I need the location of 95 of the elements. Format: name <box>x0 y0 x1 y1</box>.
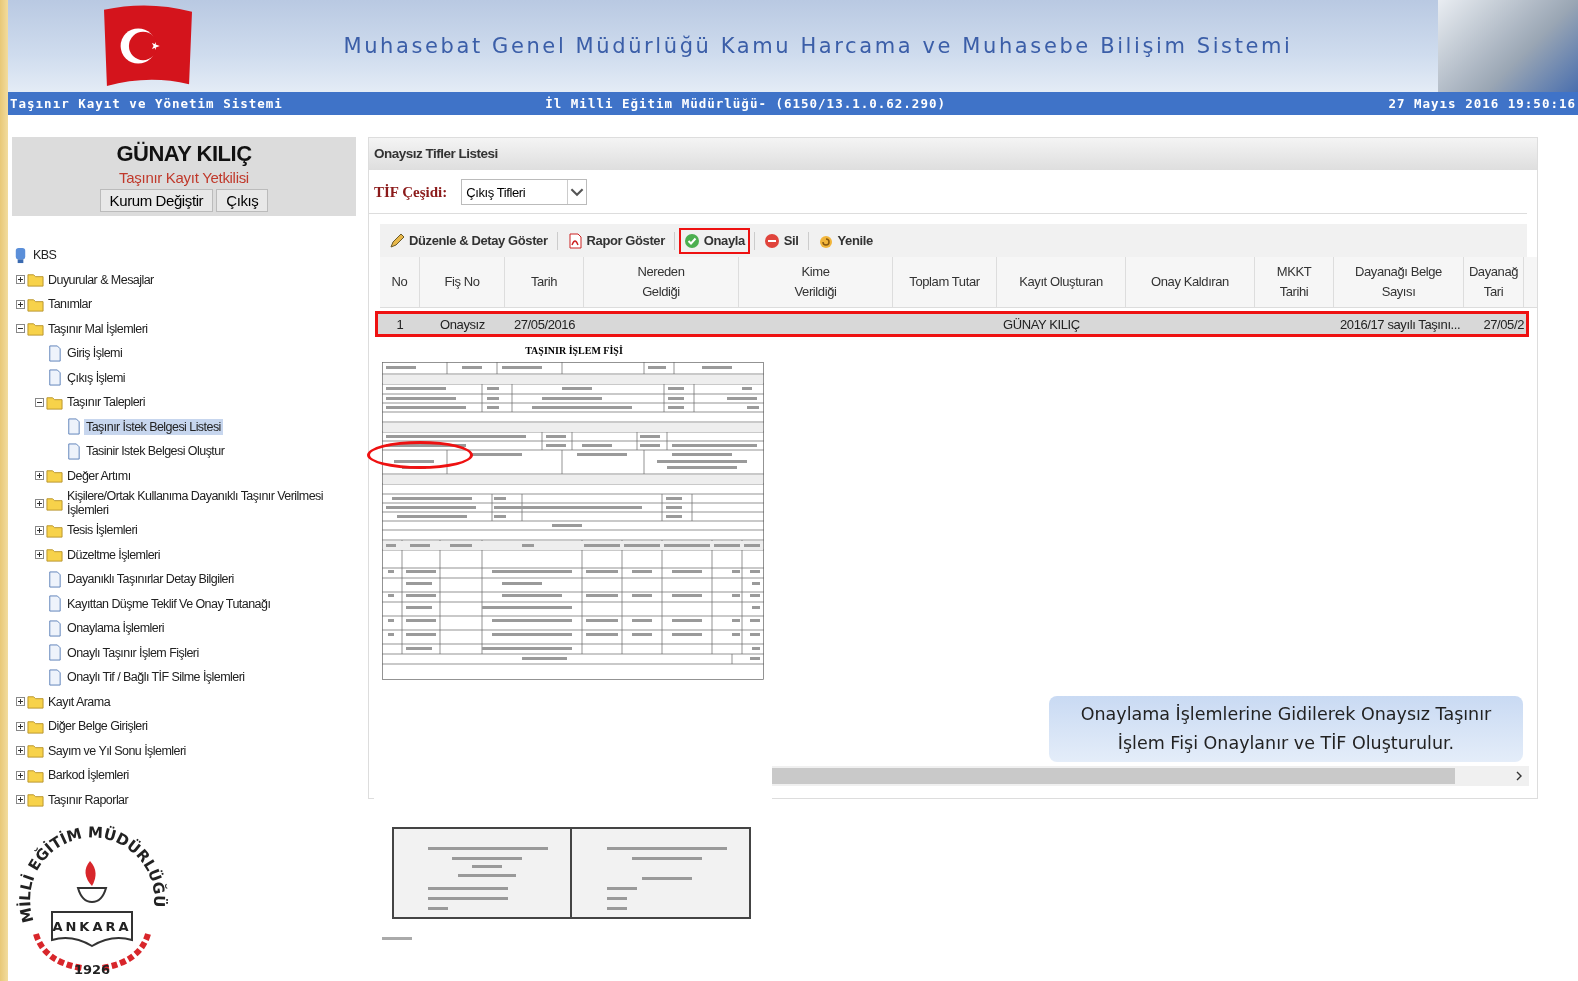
toggle-icon[interactable] <box>35 550 44 560</box>
toggle-icon[interactable] <box>35 397 44 407</box>
toolbar-button[interactable]: Rapor Göster <box>561 227 670 254</box>
table-cell: 2016/17 sayılı Taşını... <box>1340 316 1461 332</box>
tree-item[interactable]: Taşınır Talepleri <box>65 394 147 411</box>
tree-item[interactable]: Duyurular & Mesajlar <box>46 271 156 288</box>
panel-title: Onaysız Tifler Listesi <box>369 138 1537 170</box>
column-header[interactable]: Dayanağ Tari <box>1464 257 1524 307</box>
column-header[interactable]: Fiş No <box>420 257 505 307</box>
folder-icon <box>27 791 44 809</box>
table-cell: 27/05/2 <box>1483 316 1524 332</box>
table-row[interactable]: 1 Onaysız 27/05/2016 GÜNAY KILIÇ 2016/17 sayılı Taşını... 27/05/2 <box>375 311 1529 337</box>
tree-item[interactable]: Kayıttan Düşme Teklif Ve Onay Tutanağı <box>65 595 273 612</box>
page-icon <box>46 668 63 686</box>
pdf-icon <box>566 232 583 249</box>
page-icon <box>46 595 63 613</box>
tree-item[interactable]: Onaylama İşlemleri <box>65 620 167 637</box>
tree-item[interactable]: Barkod İşlemleri <box>46 767 131 784</box>
folder-icon <box>27 693 44 711</box>
folder-icon <box>27 271 44 289</box>
page-icon <box>46 344 63 362</box>
tree-item[interactable]: Dayanıklı Taşınırlar Detay Bilgileri <box>65 571 236 588</box>
tree-item[interactable]: Değer Artımı <box>65 467 133 484</box>
toolbar-button[interactable]: Düzenle & Detay Göster <box>384 227 553 254</box>
tree-item[interactable]: Çıkış İşlemi <box>65 369 127 386</box>
toggle-icon[interactable] <box>16 697 25 707</box>
tree-item[interactable]: Taşınır İstek Belgesi Listesi <box>84 418 223 435</box>
folder-icon <box>46 546 63 564</box>
minus-circle-icon <box>763 232 780 249</box>
column-header[interactable]: Dayanağı Belge Sayısı <box>1334 257 1464 307</box>
toolbar-button[interactable]: Yenile <box>812 227 878 254</box>
toggle-icon[interactable] <box>16 275 25 285</box>
column-header[interactable]: Toplam Tutar <box>893 257 997 307</box>
tree-item[interactable]: Onaylı Tif / Bağlı TİF Silme İşlemleri <box>65 669 247 686</box>
toggle-icon[interactable] <box>16 770 25 780</box>
unit-name: İl Milli Eğitim Müdürlüğü- (6150/13.1.0.62.290) <box>545 96 946 111</box>
tree-item[interactable]: Giriş İşlemi <box>65 345 125 362</box>
toggle-icon[interactable] <box>16 746 25 756</box>
document-title: TAŞINIR İŞLEM FİŞİ <box>524 345 624 356</box>
page-icon <box>65 418 82 436</box>
column-header[interactable]: Nereden Geldiği <box>584 257 739 307</box>
tree-item[interactable]: Onaylı Taşınır İşlem Fişleri <box>65 644 201 661</box>
system-name: Taşınır Kayıt ve Yönetim Sistemi <box>10 96 283 111</box>
tree-item[interactable]: Taşınır Raporlar <box>46 791 131 808</box>
tree-item[interactable]: Düzeltme İşlemleri <box>65 546 162 563</box>
table-cell: 27/05/2016 <box>513 316 576 332</box>
toggle-icon[interactable] <box>16 324 25 334</box>
tree-item[interactable]: Tasinir Istek Belgesi Oluştur <box>84 443 227 460</box>
tree-item[interactable]: Taşınır Mal İşlemleri <box>46 320 150 337</box>
table-cell: GÜNAY KILIÇ <box>1003 316 1080 332</box>
type-dropdown[interactable]: Çıkış Tifleri <box>461 179 588 205</box>
tree-item[interactable]: Diğer Belge Girişleri <box>46 718 150 735</box>
chevron-right-icon[interactable] <box>1515 771 1523 781</box>
page-icon <box>65 442 82 460</box>
tree-item[interactable]: Sayım ve Yıl Sonu İşlemleri <box>46 742 188 759</box>
user-name: GÜNAY KILIÇ <box>116 141 252 167</box>
tree-item[interactable]: Tanımlar <box>46 296 94 313</box>
timestamp-drawing <box>382 937 412 941</box>
tree-item[interactable]: Tesis İşlemleri <box>65 522 140 539</box>
callout-note: Onaylama İşlemlerine Gidilerek Onaysız Taşınır İşlem Fişi Onaylanır ve TİF Oluşturulur. <box>1049 696 1523 762</box>
column-header[interactable]: Kayıt Oluşturan <box>997 257 1126 307</box>
toggle-icon[interactable] <box>35 498 44 508</box>
filter-label: TİF Çeşidi: <box>374 183 448 201</box>
horizontal-scrollbar[interactable] <box>772 766 1529 786</box>
date-time: 27 Mayıs 2016 19:50:16 <box>1388 96 1576 111</box>
toggle-icon[interactable] <box>35 525 44 535</box>
check-icon <box>683 232 700 249</box>
column-header[interactable]: No <box>380 257 420 307</box>
toolbar-button[interactable]: Onayla <box>678 227 750 254</box>
folder-icon <box>27 320 44 338</box>
page-icon <box>46 570 63 588</box>
table-cell: Onaysız <box>440 316 485 332</box>
tree-item[interactable]: Kayıt Arama <box>46 693 113 710</box>
folder-icon <box>27 742 44 760</box>
column-header[interactable]: Tarih <box>505 257 584 307</box>
page-icon <box>46 619 63 637</box>
tree-item[interactable]: Kişilere/Ortak Kullanıma Dayanıklı Taşınır Verilmesi İşlemleri <box>65 488 356 518</box>
column-header[interactable]: MKKT Tarihi <box>1255 257 1334 307</box>
page-icon <box>46 644 63 662</box>
folder-icon <box>46 467 63 485</box>
toolbar-button[interactable]: Sil <box>758 227 804 254</box>
toggle-icon[interactable] <box>16 299 25 309</box>
tree-item[interactable]: KBS <box>31 247 59 264</box>
toggle-icon[interactable] <box>16 721 25 731</box>
toggle-icon[interactable] <box>35 471 44 481</box>
column-header[interactable]: Onay Kaldıran <box>1126 257 1255 307</box>
system-title: Muhasebat Genel Müdürlüğü Kamu Harcama ve Muhasebe Bilişim Sistemi <box>342 34 1294 58</box>
column-header[interactable]: Kime Verildiği <box>739 257 893 307</box>
user-role: Taşınır Kayıt Yetkilisi <box>119 169 249 186</box>
user-button[interactable]: Kurum Değiştir <box>99 189 214 212</box>
user-button[interactable]: Çıkış <box>216 189 269 212</box>
pencil-icon <box>389 232 405 249</box>
toggle-icon[interactable] <box>16 795 25 805</box>
table-cell: 1 <box>396 316 404 332</box>
page-icon <box>46 369 63 387</box>
